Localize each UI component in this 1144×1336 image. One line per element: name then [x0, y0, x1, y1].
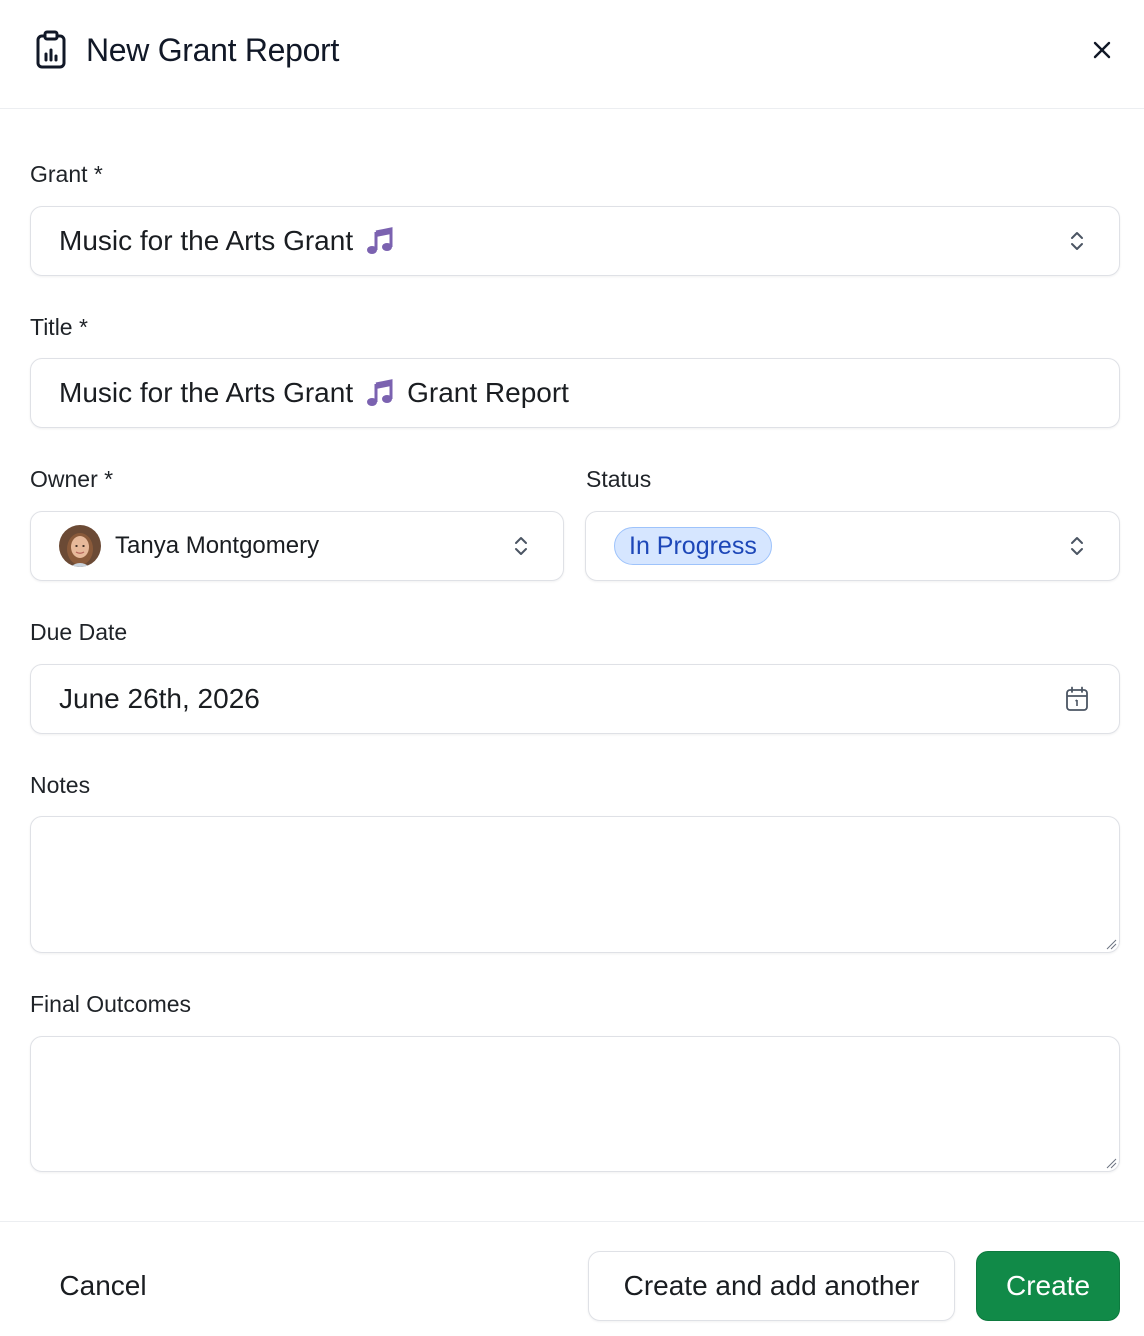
title-input[interactable]: Music for the Arts Grant Grant Report: [30, 358, 1120, 428]
owner-value: Tanya Montgomery: [115, 532, 320, 559]
status-select[interactable]: In Progress: [585, 511, 1120, 581]
title-label: Title *: [30, 314, 88, 340]
grant-select[interactable]: Music for the Arts Grant: [30, 206, 1120, 276]
owner-select[interactable]: Tanya Montgomery: [30, 511, 564, 581]
close-icon: [1093, 41, 1111, 59]
calendar-icon[interactable]: [1065, 686, 1089, 712]
resize-handle-icon[interactable]: [1105, 1157, 1117, 1169]
chevron-up-down-icon: [1071, 232, 1083, 250]
close-button[interactable]: [1084, 32, 1120, 68]
grant-value: Music for the Arts Grant: [59, 225, 354, 256]
music-note-icon: [367, 379, 393, 406]
dialog-title: New Grant Report: [86, 32, 340, 68]
dialog-footer: Cancel Create and add another Create: [0, 1221, 1144, 1336]
music-note-icon: [367, 227, 393, 254]
title-value-part2: Grant Report: [407, 377, 569, 408]
title-value-part1: Music for the Arts Grant: [59, 377, 354, 408]
grant-label: Grant *: [30, 161, 103, 187]
chevron-up-down-icon: [515, 537, 527, 555]
dialog-header: New Grant Report: [0, 0, 1144, 109]
chevron-up-down-icon: [1071, 537, 1083, 555]
resize-handle-icon[interactable]: [1105, 938, 1117, 950]
notes-label: Notes: [30, 772, 91, 798]
status-label: Status: [586, 466, 652, 492]
create-and-add-another-button[interactable]: Create and add another: [588, 1251, 955, 1321]
create-button[interactable]: Create: [976, 1251, 1120, 1321]
avatar: [59, 525, 101, 567]
final-outcomes-label: Final Outcomes: [30, 991, 192, 1017]
cancel-button[interactable]: Cancel: [30, 1252, 176, 1320]
due-date-label: Due Date: [30, 619, 128, 645]
final-outcomes-textarea[interactable]: [30, 1036, 1120, 1172]
notes-textarea[interactable]: [30, 816, 1120, 953]
clipboard-chart-icon: [36, 30, 66, 69]
due-date-picker[interactable]: June 26th, 2026: [30, 664, 1120, 734]
status-badge: In Progress: [614, 527, 772, 565]
owner-label: Owner *: [30, 466, 114, 492]
due-date-value: June 26th, 2026: [59, 683, 260, 714]
